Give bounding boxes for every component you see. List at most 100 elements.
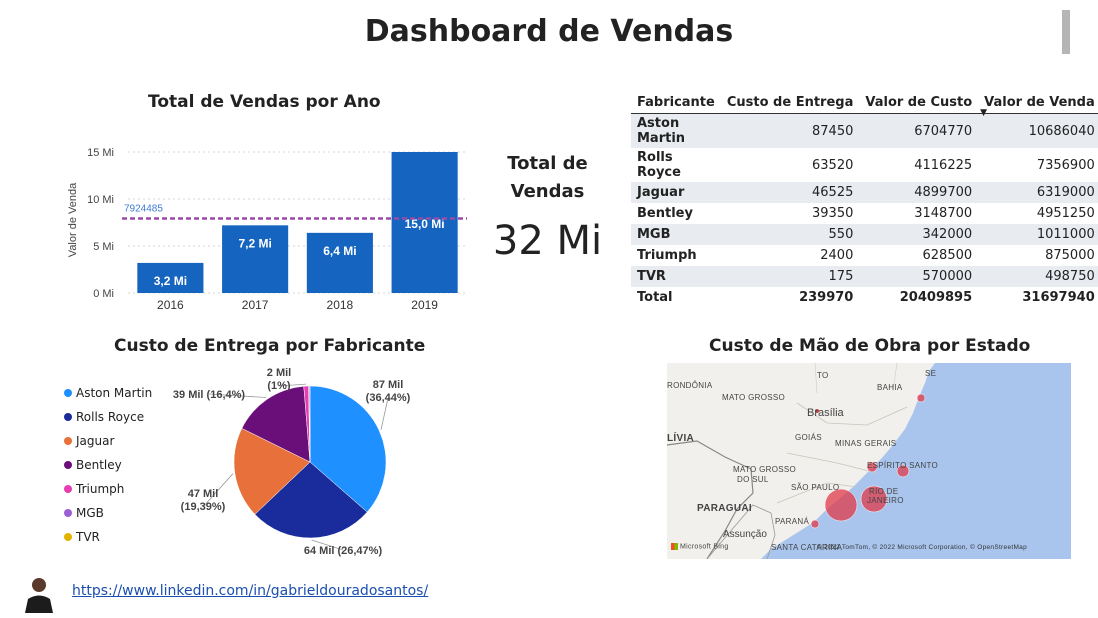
table-cell: 39350 — [721, 203, 860, 224]
legend-item-aston-martin[interactable]: Aston Martin — [64, 381, 152, 405]
scrollbar-thumb[interactable] — [1062, 10, 1070, 54]
table-row[interactable]: Jaguar4652548997006319000 — [631, 182, 1098, 203]
map-label: SE — [925, 369, 936, 378]
map-label: RIO DE — [869, 487, 898, 496]
legend-item-bentley[interactable]: Bentley — [64, 453, 152, 477]
pie-chart[interactable]: 87 Mil(36,44%) 64 Mil (26,47%) 47 Mil(19,3… — [160, 362, 460, 562]
table-row[interactable]: Bentley3935031487004951250 — [631, 203, 1098, 224]
pie-chart-svg: 87 Mil(36,44%) 64 Mil (26,47%) 47 Mil(19,3… — [160, 362, 460, 562]
pie-data-label-percent: (1%) — [267, 380, 291, 392]
table-cell: 10686040 — [978, 114, 1098, 149]
bar-data-label: 7,2 Mi — [238, 236, 271, 250]
legend-item-mgb[interactable]: MGB — [64, 501, 152, 525]
table-row[interactable]: TVR175570000498750 — [631, 266, 1098, 287]
table-body: Aston Martin87450670477010686040Rolls Ro… — [631, 114, 1098, 288]
table-cell: 3148700 — [859, 203, 978, 224]
legend-dot-icon — [64, 485, 72, 493]
table-cell: 1011000 — [978, 224, 1098, 245]
table-row[interactable]: Aston Martin87450670477010686040 — [631, 114, 1098, 149]
pie-data-label: 47 Mil — [188, 488, 219, 500]
legend-label: Aston Martin — [76, 386, 152, 400]
legend-label: Jaguar — [76, 434, 114, 448]
map-label: JANEIRO — [867, 496, 904, 505]
table-cell: Bentley — [631, 203, 721, 224]
table-cell: Aston Martin — [631, 114, 721, 149]
map-label: MATO GROSSO — [733, 465, 796, 474]
bar-chart-svg: Valor de Venda 0 Mi5 Mi10 Mi15 Mi3,2 Mi2… — [62, 130, 472, 320]
table-cell: 628500 — [859, 245, 978, 266]
legend-item-jaguar[interactable]: Jaguar — [64, 429, 152, 453]
linkedin-link[interactable]: https://www.linkedin.com/in/gabrieldoura… — [72, 583, 428, 599]
legend-dot-icon — [64, 437, 72, 445]
map-label: MINAS GERAIS — [835, 439, 896, 448]
pie-legend[interactable]: Aston Martin Rolls Royce Jaguar Bentley … — [64, 381, 152, 549]
pie-chart-title: Custo de Entrega por Fabricante — [114, 336, 425, 356]
table-cell: 4899700 — [859, 182, 978, 203]
state-map[interactable]: RONDÔNIA TO BAHIA SE MATO GROSSO Brasíli… — [667, 363, 1071, 559]
table-cell: Total — [631, 287, 721, 308]
pie-data-label: 39 Mil (16,4%) — [173, 389, 245, 401]
table-cell: 550 — [721, 224, 860, 245]
table-cell: 175 — [721, 266, 860, 287]
table-header-row: Fabricante Custo de Entrega Valor de Cus… — [631, 92, 1098, 114]
legend-item-triumph[interactable]: Triumph — [64, 477, 152, 501]
column-header-valor-custo[interactable]: Valor de Custo — [859, 92, 978, 114]
pie-data-label: 2 Mil — [267, 367, 291, 379]
x-tick-label: 2018 — [327, 298, 354, 312]
bing-logo: Microsoft Bing — [671, 543, 729, 550]
map-label: DO SUL — [737, 475, 769, 484]
state-bubble[interactable] — [811, 520, 819, 528]
table-cell: 570000 — [859, 266, 978, 287]
column-header-custo-entrega[interactable]: Custo de Entrega — [721, 92, 860, 114]
table-row[interactable]: MGB5503420001011000 — [631, 224, 1098, 245]
y-axis-label: Valor de Venda — [67, 182, 79, 257]
table-cell: 6319000 — [978, 182, 1098, 203]
column-header-valor-venda[interactable]: Valor de Venda▼ — [978, 92, 1098, 114]
table-row[interactable]: Triumph2400628500875000 — [631, 245, 1098, 266]
avatar-image — [22, 573, 56, 613]
y-tick-label: 15 Mi — [87, 147, 114, 159]
microsoft-logo-icon — [671, 543, 678, 550]
state-bubble[interactable] — [825, 489, 857, 521]
table-cell: 498750 — [978, 266, 1098, 287]
table-cell: 342000 — [859, 224, 978, 245]
table-cell: Triumph — [631, 245, 721, 266]
bar-chart[interactable]: Valor de Venda 0 Mi5 Mi10 Mi15 Mi3,2 Mi2… — [62, 130, 472, 320]
column-header-fabricante[interactable]: Fabricante — [631, 92, 721, 114]
table-cell: 2400 — [721, 245, 860, 266]
legend-label: Bentley — [76, 458, 122, 472]
table-cell: 20409895 — [859, 287, 978, 308]
bar-2018[interactable] — [307, 233, 373, 293]
y-tick-label: 10 Mi — [87, 194, 114, 206]
pie-data-label: 64 Mil (26,47%) — [304, 545, 383, 557]
pie-data-label: 87 Mil — [373, 379, 404, 391]
legend-item-rolls-royce[interactable]: Rolls Royce — [64, 405, 152, 429]
avatar — [22, 573, 56, 613]
table-row[interactable]: Rolls Royce6352041162257356900 — [631, 148, 1098, 182]
table-cell: 239970 — [721, 287, 860, 308]
legend-label: MGB — [76, 506, 104, 520]
table-cell: MGB — [631, 224, 721, 245]
pie-data-label-percent: (19,39%) — [181, 501, 226, 513]
legend-label: Triumph — [76, 482, 124, 496]
table-cell: 87450 — [721, 114, 860, 149]
kpi-value: 32 Mi — [490, 218, 605, 264]
bing-label: Microsoft Bing — [680, 543, 729, 550]
legend-item-tvr[interactable]: TVR — [64, 525, 152, 549]
map-attribution[interactable]: © 2022 TomTom, © 2022 Microsoft Corporat… — [817, 544, 1027, 551]
table-cell: Rolls Royce — [631, 148, 721, 182]
map-label: BAHIA — [877, 383, 903, 392]
average-label: 7924485 — [124, 204, 163, 215]
map-label: RONDÔNIA — [667, 381, 713, 390]
table-total-row: Total 239970 20409895 31697940 — [631, 287, 1098, 308]
page-title: Dashboard de Vendas — [0, 14, 1098, 49]
sales-table[interactable]: Fabricante Custo de Entrega Valor de Cus… — [631, 92, 1098, 308]
y-tick-label: 0 Mi — [93, 288, 114, 300]
pie-data-label-percent: (36,44%) — [366, 392, 411, 404]
table-cell: 4116225 — [859, 148, 978, 182]
table-cell: 875000 — [978, 245, 1098, 266]
state-bubble[interactable] — [917, 394, 925, 402]
map-label: SÃO PAULO — [791, 483, 839, 492]
map-label: TO — [817, 371, 829, 380]
sort-descending-icon[interactable]: ▼ — [980, 108, 987, 118]
